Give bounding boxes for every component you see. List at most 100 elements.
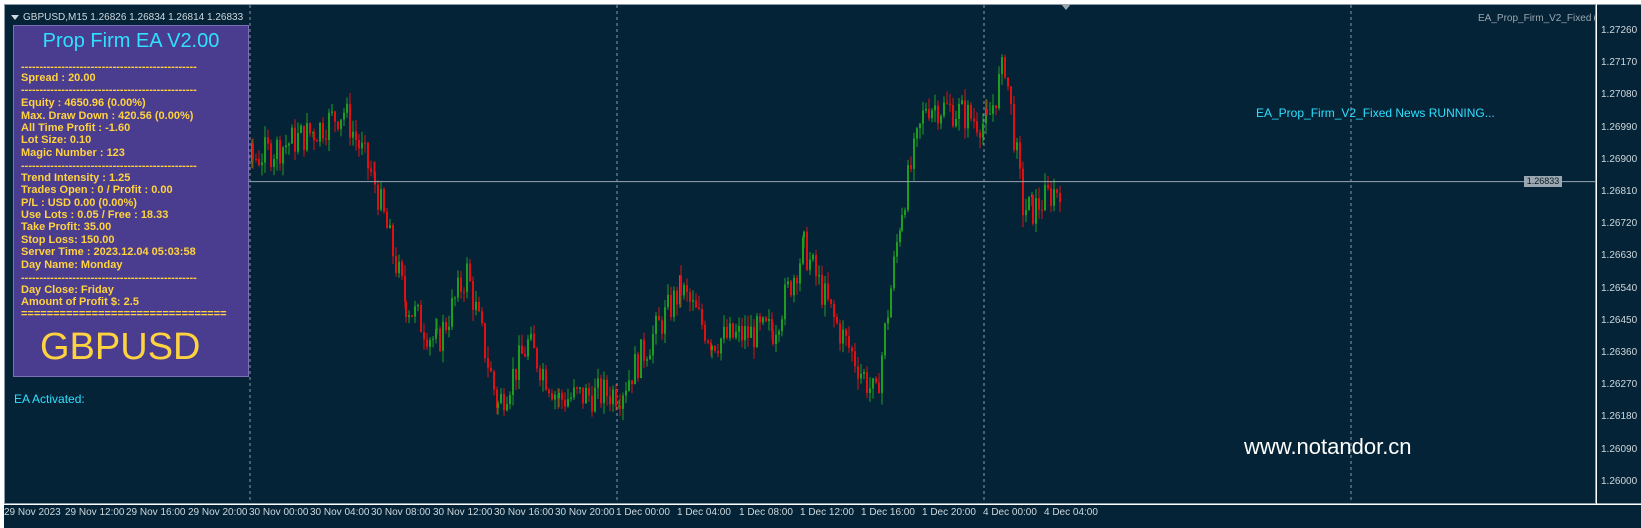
candle-body bbox=[836, 317, 838, 324]
news-status-label: EA_Prop_Firm_V2_Fixed News RUNNING... bbox=[1256, 106, 1495, 120]
candle-body bbox=[460, 277, 462, 292]
candle-body bbox=[643, 339, 645, 361]
candle-body bbox=[551, 393, 553, 400]
candle-body bbox=[857, 366, 859, 379]
candle-body bbox=[775, 334, 777, 345]
price-axis-label: 1.26000 bbox=[1601, 475, 1638, 487]
candle-body bbox=[294, 127, 296, 152]
candle-body bbox=[288, 143, 290, 146]
candle-body bbox=[925, 109, 927, 111]
candle-body bbox=[631, 380, 633, 385]
candle-body bbox=[436, 328, 438, 330]
candle-body bbox=[1025, 210, 1027, 216]
candle-body bbox=[907, 165, 909, 211]
candle-body bbox=[609, 396, 611, 405]
candle-body bbox=[723, 326, 725, 339]
candle-body bbox=[986, 109, 988, 114]
candle-body bbox=[603, 379, 605, 404]
smiley-icon[interactable] bbox=[1594, 12, 1595, 24]
expert-advisor-indicator[interactable]: EA_Prop_Firm_V2_Fixed bbox=[1478, 12, 1595, 24]
panel-line: Use Lots : 0.05 / Free : 18.33 bbox=[21, 209, 169, 221]
price-axis[interactable]: 1.27260 1.27170 1.27080 1.26990 1.26900 1.268… bbox=[1597, 4, 1641, 504]
candle-body bbox=[967, 104, 969, 129]
candle-body bbox=[824, 283, 826, 305]
candle-body bbox=[778, 331, 780, 335]
candle-body bbox=[255, 158, 257, 160]
dropdown-triangle-icon[interactable] bbox=[11, 15, 19, 20]
candle-body bbox=[475, 301, 477, 311]
candle-body bbox=[803, 231, 805, 238]
candle-body bbox=[732, 323, 734, 338]
candle-body bbox=[331, 111, 333, 113]
time-axis-label: 29 Nov 16:00 bbox=[126, 507, 186, 518]
candle-body bbox=[252, 143, 254, 159]
panel-line: Max. Draw Down : 420.56 (0.00%) bbox=[21, 110, 194, 122]
candle-body bbox=[442, 321, 444, 351]
candle-body bbox=[704, 324, 706, 341]
price-axis-label: 1.26630 bbox=[1601, 250, 1638, 262]
candle-body bbox=[1050, 188, 1052, 206]
candle-body bbox=[487, 358, 489, 368]
candle-body bbox=[306, 123, 308, 151]
candle-body bbox=[417, 304, 419, 307]
candle-body bbox=[768, 318, 770, 322]
price-axis-label: 1.26990 bbox=[1601, 121, 1638, 133]
symbol-info-line[interactable]: GBPUSD,M15 1.26826 1.26834 1.26814 1.268… bbox=[11, 12, 243, 23]
panel-line: ================================ bbox=[21, 308, 227, 320]
candle-body bbox=[934, 105, 936, 111]
price-axis-label: 1.26090 bbox=[1601, 443, 1638, 455]
candle-body bbox=[845, 329, 847, 336]
candle-body bbox=[866, 371, 868, 394]
panel-line: Day Close: Friday bbox=[21, 284, 114, 296]
price-axis-label: 1.26540 bbox=[1601, 282, 1638, 294]
candle-body bbox=[989, 113, 991, 115]
candle-body bbox=[448, 326, 450, 330]
panel-line: Day Name: Monday bbox=[21, 259, 123, 271]
candle-body bbox=[860, 373, 862, 379]
candle-body bbox=[863, 371, 865, 374]
price-axis-label: 1.26270 bbox=[1601, 379, 1638, 391]
time-axis[interactable]: 29 Nov 2023 29 Nov 12:00 29 Nov 16:00 29 No… bbox=[4, 505, 1641, 528]
time-axis-label: 1 Dec 16:00 bbox=[861, 507, 915, 518]
candle-body bbox=[380, 189, 382, 210]
chart-area[interactable]: GBPUSD,M15 1.26826 1.26834 1.26814 1.268… bbox=[4, 4, 1596, 504]
candle-body bbox=[576, 387, 578, 389]
ea-activated-label: EA Activated: bbox=[14, 392, 85, 406]
candle-body bbox=[439, 328, 441, 351]
time-axis-label: 1 Dec 20:00 bbox=[922, 507, 976, 518]
candle-body bbox=[395, 256, 397, 274]
current-price-tag: 1.26833 bbox=[1524, 175, 1562, 187]
candle-body bbox=[893, 256, 895, 289]
candle-body bbox=[352, 131, 354, 138]
candle-body bbox=[781, 319, 783, 332]
price-axis-label: 1.26720 bbox=[1601, 218, 1638, 230]
candle-body bbox=[548, 389, 550, 394]
candle-body bbox=[784, 284, 786, 320]
candle-body bbox=[872, 378, 874, 389]
candle-body bbox=[1035, 198, 1037, 224]
candle-body bbox=[261, 162, 263, 166]
candle-body bbox=[1053, 189, 1055, 206]
candle-body bbox=[931, 110, 933, 119]
candle-body bbox=[869, 388, 871, 394]
candle-body bbox=[946, 102, 948, 104]
price-axis-label: 1.26450 bbox=[1601, 314, 1638, 326]
candle-body bbox=[414, 306, 416, 317]
panel-symbol: GBPUSD bbox=[40, 326, 201, 368]
candle-body bbox=[673, 290, 675, 317]
price-axis-label: 1.26900 bbox=[1601, 153, 1638, 165]
panel-title: Prop Firm EA V2.00 bbox=[42, 30, 220, 52]
chart-shift-marker[interactable] bbox=[1061, 4, 1071, 10]
candle-body bbox=[741, 325, 743, 341]
candle-body bbox=[328, 112, 330, 140]
candle-body bbox=[591, 395, 593, 412]
candle-body bbox=[952, 104, 954, 127]
candle-body bbox=[1032, 194, 1034, 224]
candle-body bbox=[291, 127, 293, 144]
candle-body bbox=[910, 165, 912, 169]
candle-body bbox=[735, 331, 737, 338]
candle-body bbox=[1010, 86, 1012, 104]
candle-body bbox=[622, 395, 624, 409]
candle-body bbox=[1004, 57, 1006, 78]
candle-body bbox=[904, 210, 906, 216]
